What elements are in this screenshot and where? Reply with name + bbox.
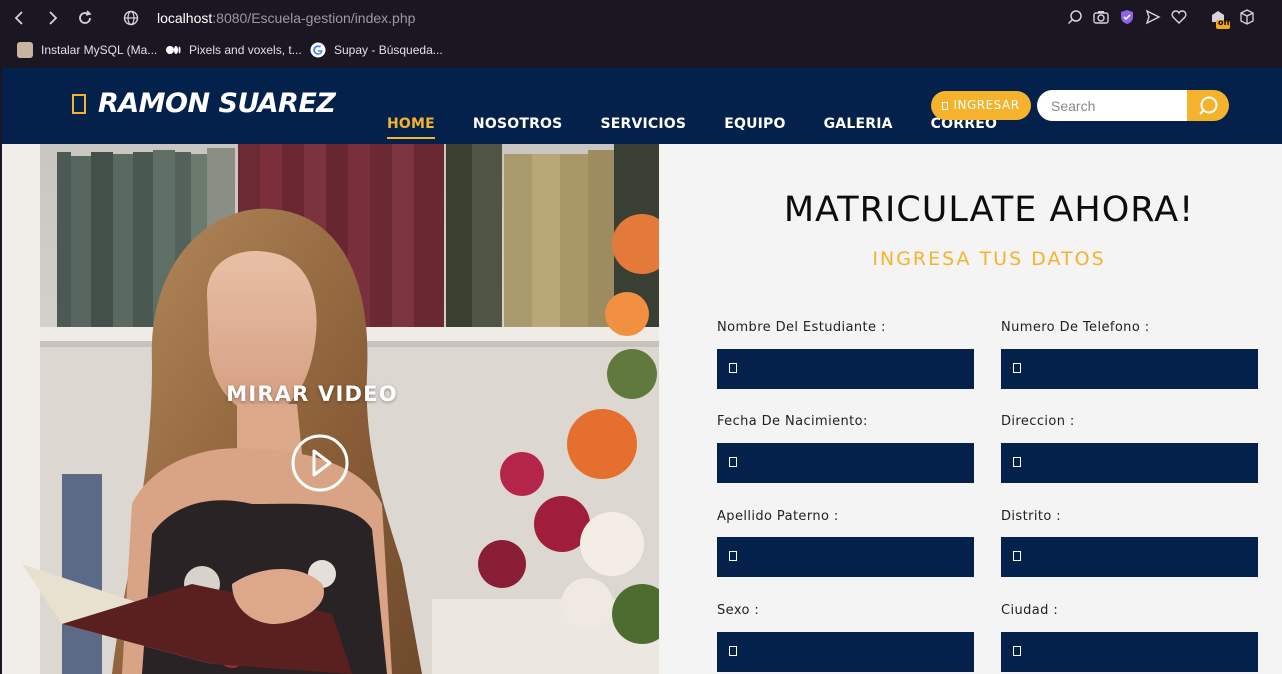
medium-icon	[165, 42, 181, 58]
ingresar-button[interactable]: INGRESAR	[931, 91, 1031, 120]
logo-text: RAMON SUAREZ	[98, 88, 336, 119]
telefono-field[interactable]	[1001, 349, 1258, 389]
apellido-field[interactable]	[717, 537, 974, 577]
bookmark-label: Supay - Búsqueda...	[334, 43, 443, 57]
field-icon	[1013, 457, 1021, 467]
field-icon	[729, 363, 737, 373]
form-subtitle: INGRESA TUS DATOS	[872, 248, 1106, 270]
bookmark-item[interactable]: Pixels and voxels, t...	[165, 41, 302, 59]
label-nacimiento: Fecha De Nacimiento:	[717, 414, 868, 429]
direccion-field[interactable]	[1001, 443, 1258, 483]
label-apellido: Apellido Paterno :	[717, 509, 839, 524]
hero-video-panel[interactable]: MIRAR VIDEO	[2, 144, 659, 674]
extension-badge-text: off	[1218, 18, 1230, 27]
google-icon	[310, 42, 326, 58]
url-path: :8080/Escuela-gestion/index.php	[212, 10, 416, 26]
globe-icon[interactable]	[121, 8, 141, 28]
shield-icon[interactable]	[1118, 8, 1136, 26]
field-icon	[1013, 646, 1021, 656]
browser-toolbar: localhost:8080/Escuela-gestion/index.php…	[0, 0, 1282, 36]
nav-galeria[interactable]: GALERIA	[824, 116, 893, 139]
field-icon	[729, 457, 737, 467]
login-icon	[942, 102, 949, 110]
bookmark-label: Instalar MySQL (Ma...	[41, 43, 158, 57]
bookmark-label: Pixels and voxels, t...	[189, 43, 302, 57]
enrollment-form: MATRICULATE AHORA! INGRESA TUS DATOS Nom…	[659, 144, 1282, 674]
send-icon[interactable]	[1144, 8, 1162, 26]
logo-icon	[72, 93, 86, 114]
field-icon	[1013, 363, 1021, 373]
play-icon	[291, 434, 349, 492]
form-title: MATRICULATE AHORA!	[783, 190, 1195, 230]
label-telefono: Numero De Telefono :	[1001, 320, 1150, 335]
distrito-field[interactable]	[1001, 537, 1258, 577]
ingresar-label: INGRESAR	[953, 98, 1020, 112]
bookmark-item[interactable]: Instalar MySQL (Ma...	[17, 41, 157, 59]
main-nav: HOME NOSOTROS SERVICIOS EQUIPO GALERIA C…	[387, 116, 1035, 139]
hero-photo	[2, 144, 659, 674]
extension-badge-icon[interactable]: off	[1208, 8, 1230, 29]
search-box	[1037, 90, 1229, 121]
label-direccion: Direccion :	[1001, 414, 1075, 429]
site-header: RAMON SUAREZ HOME NOSOTROS SERVICIOS EQU…	[2, 68, 1282, 144]
search-button[interactable]	[1187, 90, 1229, 121]
camera-icon[interactable]	[1092, 8, 1110, 26]
url-host: localhost	[157, 10, 213, 26]
nav-equipo[interactable]: EQUIPO	[724, 116, 785, 139]
search-input[interactable]	[1037, 90, 1197, 121]
bookmarks-bar: Instalar MySQL (Ma... Pixels and voxels,…	[0, 36, 1282, 64]
zoom-search-icon[interactable]	[1066, 8, 1084, 26]
nav-servicios[interactable]: SERVICIOS	[600, 116, 686, 139]
field-icon	[729, 551, 737, 561]
label-distrito: Distrito :	[1001, 509, 1062, 524]
ciudad-field[interactable]	[1001, 632, 1258, 672]
browser-chrome: localhost:8080/Escuela-gestion/index.php…	[0, 0, 1282, 68]
label-ciudad: Ciudad :	[1001, 603, 1059, 618]
reload-icon[interactable]	[75, 8, 95, 28]
nav-home[interactable]: HOME	[387, 116, 435, 139]
play-button[interactable]	[290, 433, 350, 497]
heart-icon[interactable]	[1170, 8, 1188, 26]
field-icon	[1013, 551, 1021, 561]
website: RAMON SUAREZ HOME NOSOTROS SERVICIOS EQU…	[2, 68, 1282, 674]
back-icon[interactable]	[10, 8, 30, 28]
mirar-video-label: MIRAR VIDEO	[226, 382, 398, 406]
label-sexo: Sexo :	[717, 603, 760, 618]
nombre-field[interactable]	[717, 349, 974, 389]
site-logo[interactable]: RAMON SUAREZ	[72, 88, 336, 119]
bookmark-item[interactable]: Supay - Búsqueda...	[310, 41, 443, 59]
forward-icon[interactable]	[42, 8, 62, 28]
cube-icon[interactable]	[1238, 8, 1256, 26]
nacimiento-field[interactable]	[717, 443, 974, 483]
field-icon	[729, 646, 737, 656]
sexo-field[interactable]	[717, 632, 974, 672]
search-icon	[1199, 96, 1218, 115]
label-nombre: Nombre Del Estudiante :	[717, 320, 886, 335]
address-bar[interactable]: localhost:8080/Escuela-gestion/index.php	[157, 8, 415, 28]
nav-nosotros[interactable]: NOSOTROS	[473, 116, 563, 139]
bookmark-favicon-icon	[17, 42, 33, 58]
